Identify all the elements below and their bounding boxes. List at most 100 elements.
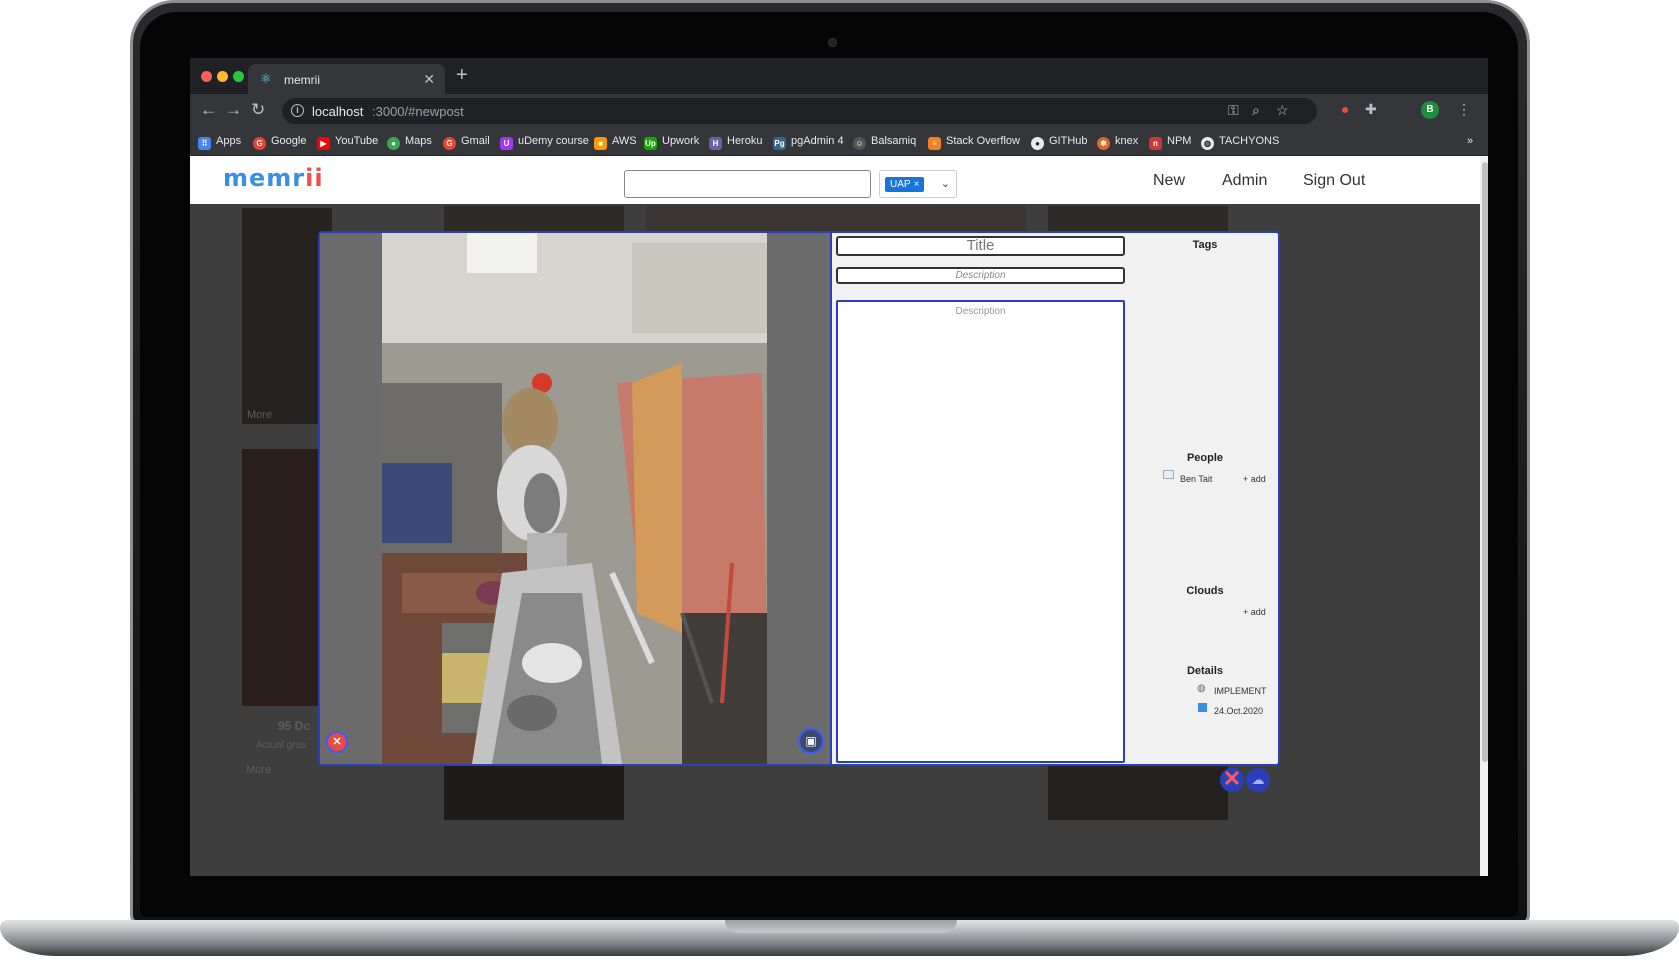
tags-heading: Tags bbox=[1192, 239, 1218, 251]
person-card-icon bbox=[1163, 470, 1174, 479]
bookmark-maps[interactable]: ● Maps bbox=[387, 135, 432, 150]
bookmark-aws[interactable]: ■ AWS bbox=[594, 135, 637, 150]
google-icon: G bbox=[443, 137, 456, 150]
background-card-subtitle: Actual gras bbox=[256, 740, 307, 751]
detail-date[interactable]: 24.Oct.2020 bbox=[1214, 706, 1263, 716]
logo-main: memr bbox=[223, 164, 306, 192]
nav-admin[interactable]: Admin bbox=[1222, 172, 1267, 190]
nav-sign-out[interactable]: Sign Out bbox=[1303, 172, 1365, 190]
bookmarks-bar: ⠿ Apps G Google ▶ YouTube ● Maps G Gmail UuDe… bbox=[190, 128, 1488, 156]
browser-window: ⚛ memrii ✕ + ← → ↻ i localhost :3000/#ne… bbox=[190, 58, 1488, 876]
background-card bbox=[1048, 206, 1228, 231]
pgadmin-icon: Pg bbox=[773, 137, 786, 150]
bookmark-label: Stack Overflow bbox=[946, 135, 1020, 147]
bookmark-label: AWS bbox=[612, 135, 637, 147]
globe-icon: ◍ bbox=[1197, 683, 1206, 694]
forward-icon[interactable]: → bbox=[225, 100, 242, 120]
bookmark-github[interactable]: ● GITHub bbox=[1031, 135, 1088, 150]
npm-icon: n bbox=[1149, 137, 1162, 150]
nav-new[interactable]: New bbox=[1153, 172, 1185, 190]
close-window-button[interactable] bbox=[201, 71, 212, 82]
search-input[interactable] bbox=[624, 170, 871, 198]
bookmark-npm[interactable]: n NPM bbox=[1149, 135, 1191, 150]
bookmark-pgadmin[interactable]: Pg pgAdmin 4 bbox=[773, 135, 844, 150]
clouds-heading: Clouds bbox=[1186, 585, 1224, 597]
bookmark-tachyons[interactable]: ◍ TACHYONS bbox=[1201, 135, 1279, 150]
minimize-window-button[interactable] bbox=[217, 71, 228, 82]
extensions-icon[interactable]: ✚ bbox=[1365, 101, 1377, 118]
bookmarks-overflow-icon[interactable]: » bbox=[1467, 135, 1473, 147]
react-icon: ⚛ bbox=[260, 71, 272, 86]
knex-icon: ✱ bbox=[1097, 137, 1110, 150]
title-input[interactable]: Title bbox=[836, 236, 1125, 256]
cancel-post-button[interactable]: ✕ bbox=[1220, 768, 1244, 792]
maps-pin-icon: ● bbox=[387, 137, 400, 150]
bookmark-label: Heroku bbox=[727, 135, 763, 147]
url-host: localhost bbox=[312, 104, 364, 119]
profile-avatar[interactable]: B bbox=[1421, 101, 1439, 119]
background-card bbox=[646, 206, 1026, 231]
bookmark-knex[interactable]: ✱ knex bbox=[1097, 135, 1138, 150]
bookmark-label: TACHYONS bbox=[1219, 135, 1280, 147]
chevron-down-icon[interactable]: ⌄ bbox=[941, 177, 950, 190]
upwork-icon: Up bbox=[644, 137, 657, 150]
bookmark-label: Apps bbox=[216, 135, 242, 147]
stackoverflow-icon: ≡ bbox=[928, 137, 941, 150]
tab-strip: ⚛ memrii ✕ + bbox=[190, 58, 1488, 94]
memrii-logo[interactable]: memrii bbox=[223, 164, 324, 192]
background-card bbox=[444, 206, 624, 231]
person-name[interactable]: Ben Tait bbox=[1180, 474, 1212, 484]
image-icon[interactable]: ▣ bbox=[798, 728, 824, 754]
add-person-link[interactable]: + add bbox=[1243, 474, 1266, 484]
body-textarea[interactable]: Description bbox=[836, 300, 1125, 763]
reload-icon[interactable]: ↻ bbox=[251, 100, 265, 120]
detail-status[interactable]: IMPLEMENT bbox=[1214, 686, 1267, 696]
youtube-icon: ▶ bbox=[317, 137, 330, 150]
remove-tag-icon[interactable]: × bbox=[914, 179, 920, 190]
zoom-icon[interactable]: ⌕ bbox=[1252, 102, 1260, 119]
bookmark-stackoverflow[interactable]: ≡ Stack Overflow bbox=[928, 135, 1020, 150]
add-cloud-link[interactable]: + add bbox=[1243, 607, 1266, 617]
bookmark-label: Gmail bbox=[461, 135, 490, 147]
bookmark-youtube[interactable]: ▶ YouTube bbox=[317, 135, 378, 150]
calendar-icon bbox=[1198, 703, 1207, 712]
key-icon[interactable]: ⚿ bbox=[1228, 102, 1239, 119]
upload-cloud-icon[interactable]: ☁ bbox=[1246, 768, 1270, 792]
bookmark-google[interactable]: G Google bbox=[253, 135, 306, 150]
bookmark-apps[interactable]: ⠿ Apps bbox=[198, 135, 241, 150]
udemy-icon: U bbox=[500, 137, 513, 150]
new-tab-icon[interactable]: + bbox=[456, 64, 468, 87]
bookmark-gmail[interactable]: G Gmail bbox=[443, 135, 490, 150]
background-more-link[interactable]: More bbox=[246, 764, 271, 776]
menu-icon[interactable]: ⋮ bbox=[1457, 101, 1471, 118]
laptop-notch bbox=[725, 920, 957, 933]
bookmark-label: Google bbox=[271, 135, 307, 147]
heroku-icon: H bbox=[709, 137, 722, 150]
apps-grid-icon: ⠿ bbox=[198, 137, 211, 150]
background-more-link[interactable]: More bbox=[247, 409, 272, 421]
back-icon[interactable]: ← bbox=[200, 100, 217, 120]
page-scrollbar[interactable] bbox=[1480, 156, 1488, 876]
extension-red-icon[interactable]: ● bbox=[1341, 101, 1349, 117]
maximize-window-button[interactable] bbox=[233, 71, 244, 82]
bookmark-star-icon[interactable]: ☆ bbox=[1276, 102, 1289, 119]
scrollbar-thumb[interactable] bbox=[1482, 162, 1488, 762]
tag-chip: UAP × bbox=[885, 177, 925, 192]
address-bar[interactable]: i localhost :3000/#newpost ⚿ ⌕ ☆ bbox=[282, 98, 1317, 124]
browser-tab[interactable]: ⚛ memrii ✕ bbox=[248, 64, 445, 94]
info-icon[interactable]: i bbox=[291, 104, 304, 117]
people-heading: People bbox=[1186, 452, 1224, 464]
bookmark-label: Balsamiq bbox=[871, 135, 917, 147]
bookmark-upwork[interactable]: Up Upwork bbox=[644, 135, 699, 150]
bookmark-udemy[interactable]: UuDemy course bbox=[500, 135, 589, 150]
bookmark-label: Maps bbox=[405, 135, 432, 147]
tab-close-icon[interactable]: ✕ bbox=[423, 71, 435, 88]
image-pane: ✕ ▣ bbox=[320, 233, 832, 764]
camera-icon bbox=[828, 38, 837, 47]
bookmark-balsamiq[interactable]: ☺ Balsamiq bbox=[853, 135, 916, 150]
description-input[interactable]: Description bbox=[836, 267, 1125, 284]
remove-image-button[interactable]: ✕ bbox=[326, 731, 348, 753]
bookmark-heroku[interactable]: H Heroku bbox=[709, 135, 762, 150]
google-icon: G bbox=[253, 137, 266, 150]
tag-select[interactable]: UAP × ⌄ bbox=[879, 170, 957, 198]
